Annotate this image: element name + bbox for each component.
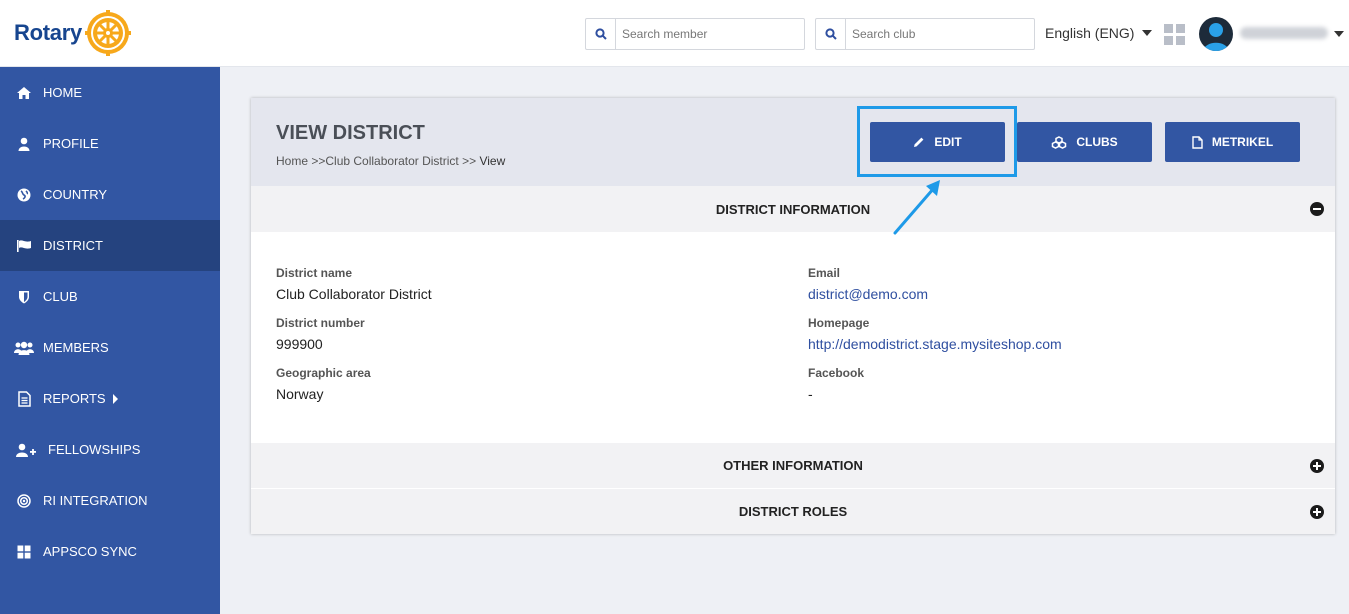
sidebar-item-club[interactable]: CLUB	[0, 271, 220, 322]
clubs-button[interactable]: CLUBS	[1017, 122, 1152, 162]
breadcrumb-home[interactable]: Home	[276, 154, 308, 168]
metrikel-button-label: METRIKEL	[1211, 135, 1274, 149]
sidebar-item-country[interactable]: COUNTRY	[0, 169, 220, 220]
search-member-input[interactable]	[616, 19, 804, 49]
sidebar-item-fellowships[interactable]: FELLOWSHIPS	[0, 424, 220, 475]
sidebar-item-label: HOME	[43, 85, 82, 100]
sidebar-item-profile[interactable]: PROFILE	[0, 118, 220, 169]
sidebar-item-label: CLUB	[43, 289, 78, 304]
breadcrumb-current: View	[479, 154, 506, 168]
sidebar-item-label: COUNTRY	[43, 187, 108, 202]
target-icon	[14, 493, 34, 509]
chevron-down-icon	[1142, 30, 1153, 36]
user-plus-icon	[14, 442, 38, 458]
field-value: 999900	[276, 336, 323, 352]
language-label: English (ENG)	[1045, 25, 1135, 41]
cubes-icon	[1052, 135, 1067, 149]
card-header: VIEW DISTRICT Home >>Club Collaborator D…	[251, 98, 1335, 186]
user-avatar[interactable]	[1199, 17, 1233, 51]
apps-grid-icon[interactable]	[1164, 24, 1185, 45]
user-icon	[14, 136, 34, 152]
edit-button-label: EDIT	[934, 135, 962, 149]
brand-name: Rotary	[14, 20, 82, 45]
breadcrumb: Home >>Club Collaborator District >> Vie…	[276, 154, 505, 168]
top-bar: Rotary Search member Search club English…	[0, 0, 1349, 67]
section-title: DISTRICT ROLES	[738, 504, 848, 519]
collapse-minus-icon[interactable]	[1310, 202, 1324, 216]
language-selector[interactable]: English (ENG)	[1045, 25, 1153, 41]
shield-icon	[14, 289, 34, 305]
globe-icon	[14, 187, 34, 203]
field-value: -	[808, 386, 813, 402]
field-label: District number	[276, 316, 365, 330]
sidebar-item-label: FELLOWSHIPS	[48, 442, 141, 457]
email-field: Email district@demo.com	[808, 266, 928, 302]
district-card: VIEW DISTRICT Home >>Club Collaborator D…	[251, 98, 1335, 534]
homepage-link[interactable]: http://demodistrict.stage.mysiteshop.com	[808, 336, 1062, 352]
sidebar-item-members[interactable]: MEMBERS	[0, 322, 220, 373]
search-member-box	[585, 18, 805, 50]
sidebar-item-label: RI INTEGRATION	[43, 493, 148, 508]
sidebar-item-home[interactable]: HOME	[0, 67, 220, 118]
section-title: OTHER INFORMATION	[723, 458, 863, 473]
rotary-logo[interactable]: Rotary	[14, 10, 131, 56]
email-link[interactable]: district@demo.com	[808, 286, 928, 302]
district-number-field: District number 999900	[276, 316, 365, 352]
metrikel-button[interactable]: METRIKEL	[1165, 122, 1300, 162]
flag-icon	[14, 238, 34, 254]
other-information-header[interactable]: OTHER INFORMATION	[251, 443, 1335, 488]
field-value: Club Collaborator District	[276, 286, 432, 302]
sidebar-item-label: DISTRICT	[43, 238, 103, 253]
sidebar-item-label: PROFILE	[43, 136, 99, 151]
home-icon	[14, 85, 34, 101]
page-title: VIEW DISTRICT	[276, 122, 425, 144]
pencil-icon	[914, 137, 924, 147]
sidebar-item-label: MEMBERS	[43, 340, 109, 355]
rotary-wheel-icon	[84, 10, 131, 56]
sidebar-item-district[interactable]: DISTRICT	[0, 220, 220, 271]
breadcrumb-separator: >>	[308, 154, 326, 168]
expand-plus-icon[interactable]	[1310, 458, 1324, 473]
sidebar-item-ri-integration[interactable]: RI INTEGRATION	[0, 475, 220, 526]
district-name-field: District name Club Collaborator District	[276, 266, 432, 302]
users-icon	[14, 340, 34, 356]
facebook-field: Facebook -	[808, 366, 864, 402]
expand-plus-icon[interactable]	[1310, 504, 1324, 519]
search-club-box	[815, 18, 1035, 50]
homepage-field: Homepage http://demodistrict.stage.mysit…	[808, 316, 1062, 352]
search-icon[interactable]	[816, 19, 846, 49]
file-icon	[1192, 135, 1203, 149]
section-title: DISTRICT INFORMATION	[715, 201, 871, 217]
sidebar-item-label: APPSCO SYNC	[43, 544, 137, 559]
field-value: Norway	[276, 386, 324, 402]
field-label: Email	[808, 266, 841, 280]
field-label: Geographic area	[276, 366, 371, 380]
field-label: Homepage	[808, 316, 870, 330]
breadcrumb-separator: >>	[458, 154, 480, 168]
document-icon	[14, 390, 34, 407]
search-club-input[interactable]	[846, 19, 1034, 49]
user-name-blurred[interactable]	[1240, 27, 1328, 39]
chevron-down-icon[interactable]	[1334, 31, 1344, 37]
caret-right-icon	[112, 393, 118, 404]
field-label: Facebook	[808, 366, 865, 380]
breadcrumb-district[interactable]: Club Collaborator District	[325, 154, 458, 168]
clubs-button-label: CLUBS	[1076, 135, 1118, 149]
sidebar-item-reports[interactable]: REPORTS	[0, 373, 220, 424]
district-roles-header[interactable]: DISTRICT ROLES	[251, 489, 1335, 534]
apps-icon	[14, 544, 34, 560]
district-information-header[interactable]: DISTRICT INFORMATION	[251, 186, 1335, 232]
sidebar-item-label: REPORTS	[43, 391, 106, 406]
geographic-area-field: Geographic area Norway	[276, 366, 371, 402]
annotation-arrow-icon	[893, 180, 940, 235]
search-icon[interactable]	[586, 19, 616, 49]
edit-button[interactable]: EDIT	[870, 122, 1005, 162]
sidebar-item-appsco-sync[interactable]: APPSCO SYNC	[0, 526, 220, 577]
sidebar: HOME PROFILE COUNTRY DISTRICT CLUB MEMBE…	[0, 67, 220, 614]
field-label: District name	[276, 266, 353, 280]
